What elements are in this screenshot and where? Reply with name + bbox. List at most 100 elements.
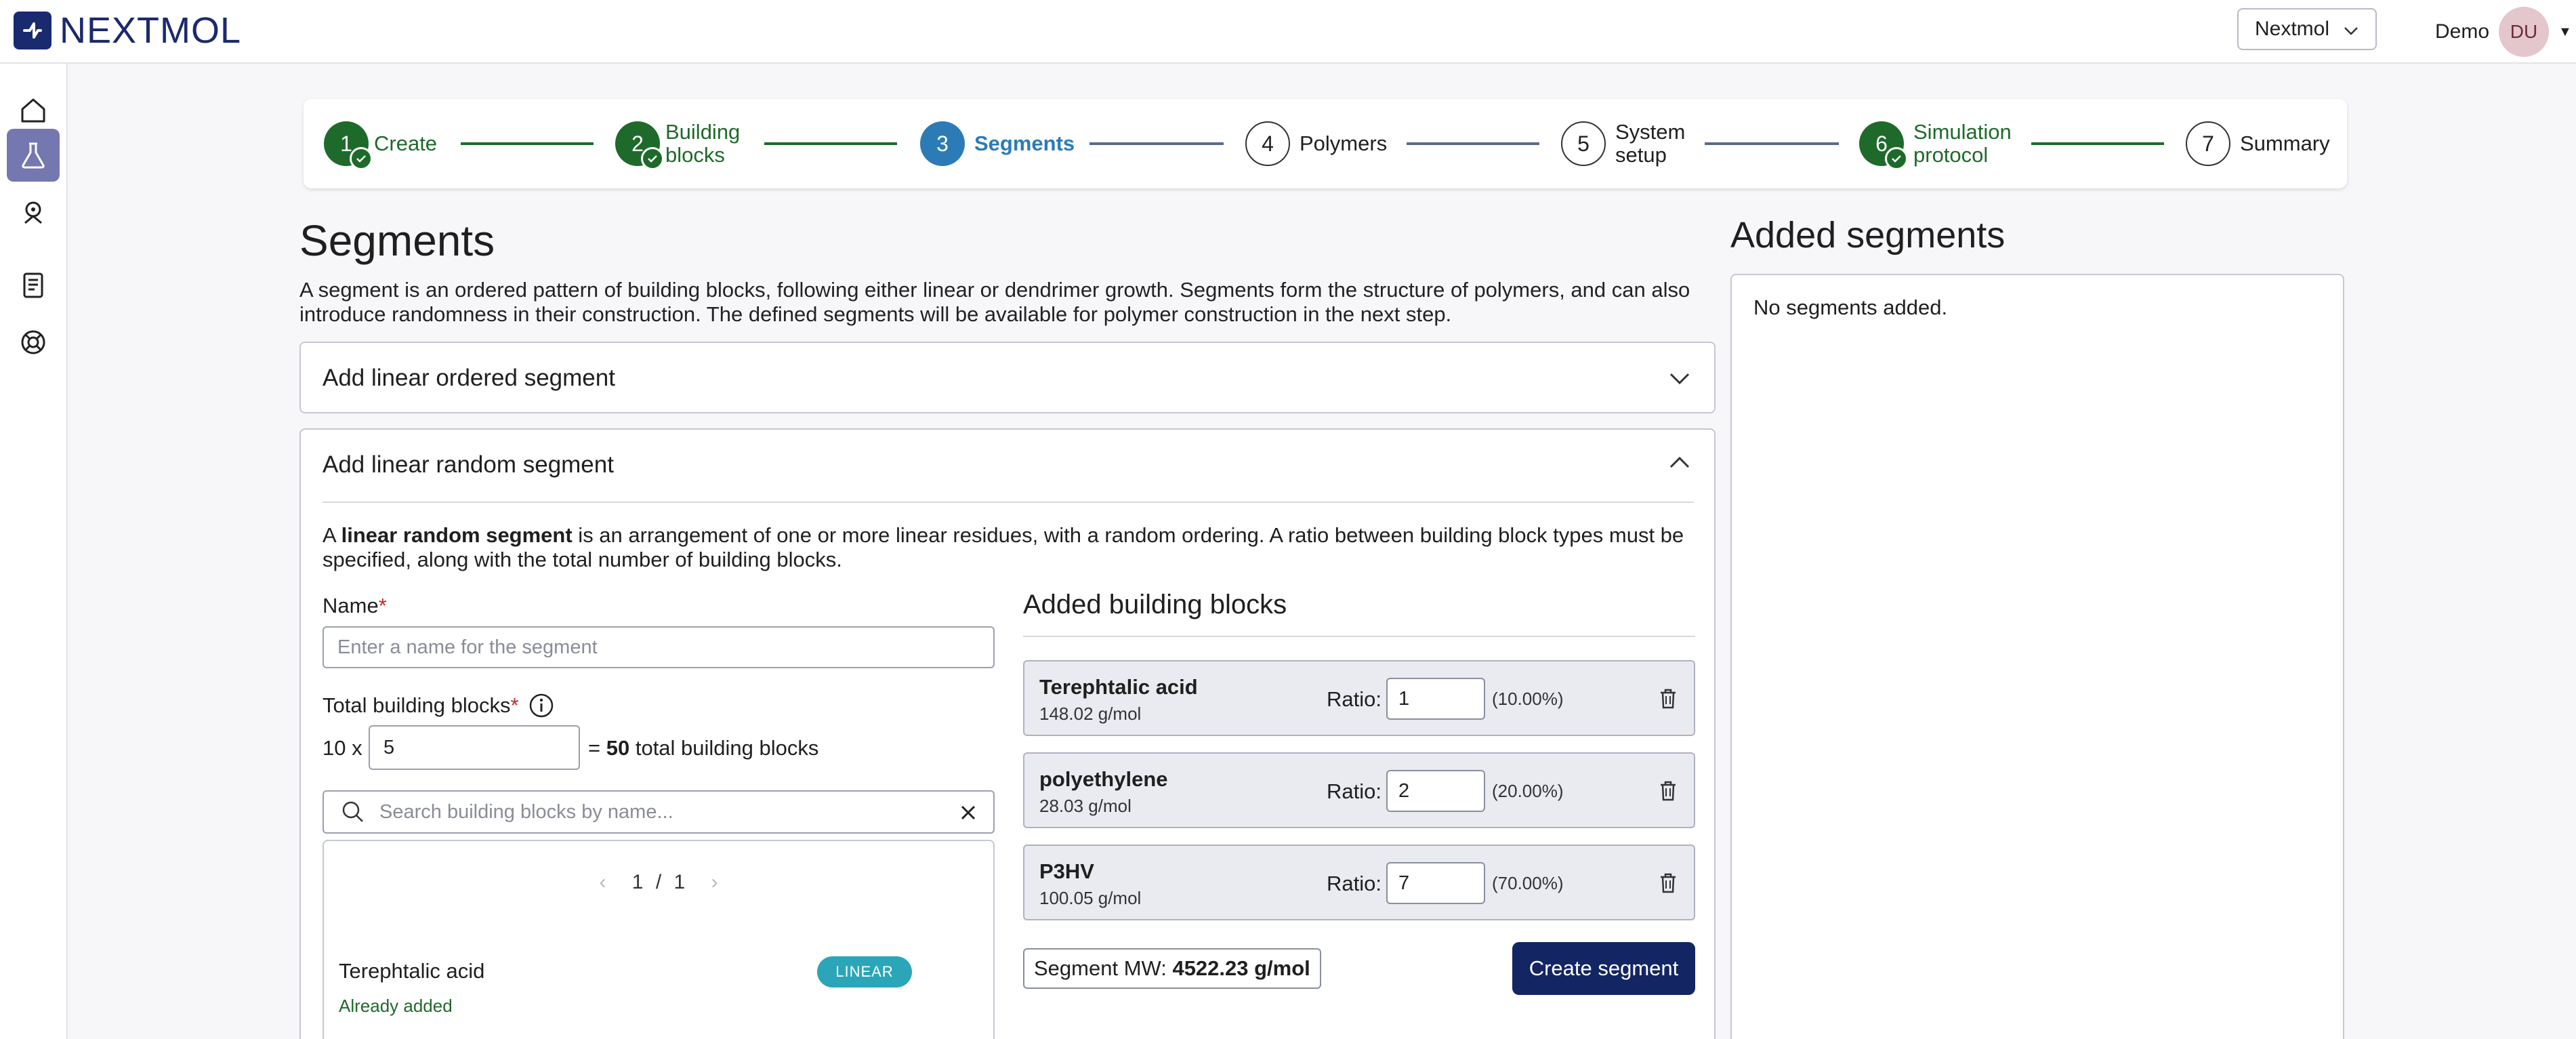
step-connector	[1089, 142, 1224, 145]
total-blocks-input[interactable]: 5	[369, 725, 580, 770]
trash-icon[interactable]	[1657, 872, 1679, 895]
building-block-mw: 148.02 g/mol	[1039, 704, 1142, 724]
pagination: ‹ 1 / 1 ›	[599, 871, 718, 893]
ratio-label: Ratio:	[1327, 687, 1382, 711]
segment-mw: Segment MW: 4522.23 g/mol	[1023, 948, 1321, 989]
step-number: 2	[615, 121, 664, 170]
ratio-percent: (20.00%)	[1492, 781, 1564, 801]
page-description: A segment is an ordered pattern of build…	[299, 278, 1690, 326]
top-bar: NEXTMOL Nextmol Demo DU ▼	[0, 0, 2576, 64]
accordion-linear-random: Add linear random segment A linear rando…	[299, 428, 1716, 1039]
support-icon	[21, 330, 45, 354]
name-label: Name*	[323, 594, 387, 617]
close-icon[interactable]	[959, 804, 977, 821]
step-connector	[764, 142, 897, 145]
create-segment-button[interactable]: Create segment	[1512, 942, 1695, 995]
user-menu[interactable]: Demo DU ▼	[2435, 7, 2572, 57]
step-segments[interactable]: 3 Segments	[920, 119, 1075, 168]
random-segment-description: A linear random segment is an arrangemen…	[323, 523, 1684, 571]
step-label: Building blocks	[665, 120, 741, 167]
divider	[1023, 636, 1695, 637]
step-label: Polymers	[1300, 131, 1388, 155]
step-system-setup[interactable]: 5 System setup	[1561, 119, 1685, 168]
trash-icon[interactable]	[1657, 687, 1679, 710]
building-block-mw: 28.03 g/mol	[1039, 796, 1131, 816]
step-number: 4	[1245, 121, 1290, 166]
building-block-name: Terephtalic acid	[1039, 675, 1198, 699]
step-create[interactable]: 1 Create	[324, 119, 438, 170]
accordion-title: Add linear ordered segment	[323, 365, 615, 391]
step-connector	[461, 142, 594, 145]
check-icon	[350, 147, 373, 170]
logo[interactable]: NEXTMOL	[14, 9, 241, 52]
step-summary[interactable]: 7 Summary	[2186, 119, 2330, 168]
building-block-list: ‹ 1 / 1 › Terephtalic acid Already added…	[323, 840, 995, 1039]
step-connector	[2031, 142, 2164, 145]
step-simulation-protocol[interactable]: 6 Simulation protocol	[1859, 119, 2012, 170]
info-icon[interactable]	[528, 693, 554, 718]
added-building-blocks-title: Added building blocks	[1023, 590, 1287, 619]
linear-badge: LINEAR	[817, 956, 912, 987]
organization-select-value: Nextmol	[2255, 18, 2330, 40]
chevron-down-icon	[2344, 27, 2358, 35]
step-number: 5	[1561, 121, 1606, 166]
chevron-up-icon	[1669, 456, 1690, 468]
step-connector	[1705, 142, 1839, 145]
trash-icon[interactable]	[1657, 779, 1679, 802]
ratio-input[interactable]: 7	[1386, 862, 1485, 904]
flask-nav-button[interactable]	[7, 129, 60, 182]
total-building-blocks-label: Total building blocks *	[323, 693, 554, 718]
chevron-left-icon[interactable]: ‹	[599, 871, 606, 893]
step-connector	[1407, 142, 1539, 145]
molecule-nav-button[interactable]	[7, 186, 60, 239]
page-title: Segments	[299, 216, 495, 265]
building-block-card: Terephtalic acid 148.02 g/mol Ratio: 1 (…	[1023, 660, 1695, 736]
multiplier-text: 10 x	[323, 736, 362, 760]
ratio-percent: (10.00%)	[1492, 689, 1564, 709]
building-block-card: polyethylene 28.03 g/mol Ratio: 2 (20.00…	[1023, 752, 1695, 828]
added-segments-panel: No segments added.	[1730, 274, 2344, 1039]
divider	[323, 502, 1694, 503]
logo-icon	[14, 12, 51, 49]
step-label: Simulation protocol	[1913, 120, 2012, 167]
ratio-percent: (70.00%)	[1492, 873, 1564, 893]
step-label: Segments	[974, 131, 1075, 155]
side-nav	[0, 64, 68, 1039]
check-icon	[1885, 147, 1908, 170]
building-block-card: P3HV 100.05 g/mol Ratio: 7 (70.00%)	[1023, 844, 1695, 920]
accordion-header[interactable]: Add linear random segment	[301, 430, 1714, 500]
ratio-label: Ratio:	[1327, 779, 1382, 803]
check-icon	[641, 147, 664, 170]
user-name: Demo	[2435, 20, 2490, 43]
ratio-input[interactable]: 2	[1386, 770, 1485, 812]
step-polymers[interactable]: 4 Polymers	[1245, 119, 1387, 168]
accordion-title: Add linear random segment	[323, 451, 614, 478]
flask-icon	[22, 142, 45, 169]
brand-name: NEXTMOL	[60, 10, 242, 51]
list-item-status: Already added	[339, 996, 453, 1016]
docs-nav-button[interactable]	[7, 259, 60, 312]
segment-name-input[interactable]: Enter a name for the segment	[323, 626, 995, 668]
chevron-right-icon[interactable]: ›	[711, 871, 718, 893]
accordion-header[interactable]: Add linear ordered segment	[301, 343, 1714, 413]
organization-select[interactable]: Nextmol	[2237, 8, 2377, 50]
chevron-down-icon	[1669, 373, 1690, 385]
caret-down-icon: ▼	[2558, 24, 2572, 39]
building-block-search-input[interactable]: Search building blocks by name...	[323, 790, 995, 834]
ratio-label: Ratio:	[1327, 872, 1382, 895]
empty-state-text: No segments added.	[1753, 296, 1948, 319]
step-building-blocks[interactable]: 2 Building blocks	[615, 119, 741, 170]
search-icon	[342, 801, 363, 822]
avatar: DU	[2499, 7, 2550, 57]
step-number: 6	[1859, 121, 1908, 170]
accordion-linear-ordered: Add linear ordered segment	[299, 342, 1716, 413]
ratio-input[interactable]: 1	[1386, 678, 1485, 720]
docs-icon	[23, 272, 43, 298]
step-label: System setup	[1615, 120, 1686, 167]
building-block-name: P3HV	[1039, 859, 1094, 883]
step-number: 3	[920, 121, 965, 166]
step-label: Create	[374, 131, 438, 155]
building-block-mw: 100.05 g/mol	[1039, 888, 1142, 908]
support-nav-button[interactable]	[7, 316, 60, 369]
total-result-text: = 50 total building blocks	[588, 736, 819, 760]
